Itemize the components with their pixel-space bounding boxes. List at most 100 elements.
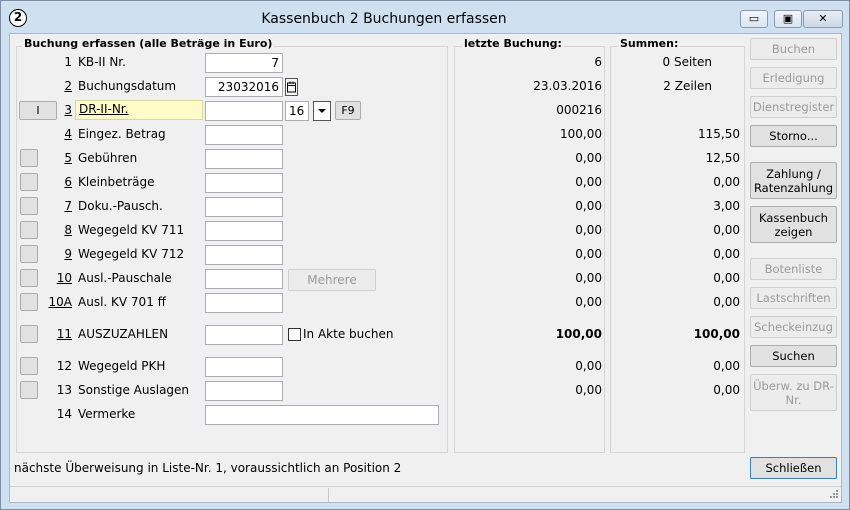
ausl-kv-701-field[interactable] (205, 293, 283, 313)
sum-wegegeld-712: 0,00 (713, 247, 740, 261)
last-gebuehren: 0,00 (575, 151, 602, 165)
row7-side-button[interactable] (20, 197, 38, 215)
lastschriften-button[interactable]: Lastschriften (750, 287, 837, 309)
sum-ausl-pauschale: 0,00 (713, 271, 740, 285)
sum-wegegeld-pkh: 0,00 (713, 359, 740, 373)
dr-year-dropdown[interactable] (313, 101, 331, 121)
vermerke-field[interactable] (205, 405, 439, 425)
sum-kleinbetraege: 0,00 (713, 175, 740, 189)
row-num-10a: 10A (48, 295, 72, 309)
last-ausl-kv-701: 0,00 (575, 295, 602, 309)
sonstige-auslagen-field[interactable] (205, 381, 283, 401)
label-eingez-betrag: Eingez. Betrag (78, 127, 166, 141)
last-kleinbetraege: 0,00 (575, 175, 602, 189)
row-num-9: 9 (64, 247, 72, 261)
chevron-down-icon (318, 109, 326, 113)
row13-side-button[interactable] (20, 381, 38, 399)
last-auszuzahlen: 100,00 (555, 327, 602, 341)
maximize-button[interactable]: ▣ (774, 10, 802, 28)
last-sonstige-auslagen: 0,00 (575, 383, 602, 397)
zahlung-button[interactable]: Zahlung / Ratenzahlung (750, 162, 837, 199)
row-num-8: 8 (64, 223, 72, 237)
client-area: Buchung erfassen (alle Beträge in Euro) … (9, 33, 842, 503)
label-dr-nr: DR-II-Nr. (75, 100, 203, 120)
gebuehren-field[interactable] (205, 149, 283, 169)
row10a-side-button[interactable] (20, 293, 38, 311)
row-num-11: 11 (56, 327, 72, 341)
last-wegegeld-712: 0,00 (575, 247, 602, 261)
row-num-13: 13 (56, 383, 72, 397)
title-bar: 2 Kassenbuch 2 Buchungen erfassen ▭ ▣ ✕ (1, 1, 849, 33)
schliessen-button[interactable]: Schließen (750, 457, 837, 479)
doku-pausch-field[interactable] (205, 197, 283, 217)
booking-form-header: Buchung erfassen (alle Beträge in Euro) (22, 37, 275, 50)
row-num-12: 12 (56, 359, 72, 373)
resize-grip[interactable] (826, 488, 839, 504)
row-num-7: 7 (64, 199, 72, 213)
sum-pages: 0 Seiten (662, 55, 712, 69)
row5-side-button[interactable] (20, 149, 38, 167)
last-wegegeld-pkh: 0,00 (575, 359, 602, 373)
ausl-pauschale-field[interactable] (205, 269, 283, 289)
minimize-button[interactable]: ▭ (740, 10, 768, 28)
row11-side-button[interactable] (20, 325, 38, 343)
close-button[interactable]: ✕ (803, 10, 843, 28)
wegegeld-pkh-field[interactable] (205, 357, 283, 377)
wegegeld-712-field[interactable] (205, 245, 283, 265)
sum-doku-pausch: 3,00 (713, 199, 740, 213)
wegegeld-711-field[interactable] (205, 221, 283, 241)
mehrere-button[interactable]: Mehrere (288, 269, 376, 291)
f9-button[interactable]: F9 (335, 101, 361, 120)
label-kb-nr: KB-II Nr. (78, 55, 126, 69)
row-num-14: 14 (56, 407, 72, 421)
sum-sonstige-auslagen: 0,00 (713, 383, 740, 397)
kassenbuch-zeigen-button[interactable]: Kassenbuch zeigen (750, 206, 837, 243)
erledigung-button[interactable]: Erledigung (750, 67, 837, 89)
row6-side-button[interactable] (20, 173, 38, 191)
label-wegegeld-711: Wegegeld KV 711 (78, 223, 185, 237)
close-icon: ✕ (818, 12, 828, 25)
dr-nr-field[interactable] (205, 101, 283, 121)
in-akte-checkbox[interactable] (288, 328, 301, 341)
label-gebuehren: Gebühren (78, 151, 138, 165)
application-window: 2 Kassenbuch 2 Buchungen erfassen ▭ ▣ ✕ … (0, 0, 850, 510)
botenliste-button[interactable]: Botenliste (750, 258, 837, 280)
scheckeinzug-button[interactable]: Scheckeinzug (750, 316, 837, 338)
row-num-2: 2 (64, 79, 72, 93)
kleinbetraege-field[interactable] (205, 173, 283, 193)
row8-side-button[interactable] (20, 221, 38, 239)
row9-side-button[interactable] (20, 245, 38, 263)
calendar-icon (287, 81, 296, 93)
maximize-icon: ▣ (782, 12, 794, 25)
sums-header: Summen: (618, 37, 681, 50)
label-vermerke: Vermerke (78, 407, 136, 421)
buchen-button[interactable]: Buchen (750, 38, 837, 60)
kb-nr-field[interactable]: 7 (205, 53, 283, 73)
row12-side-button[interactable] (20, 357, 38, 375)
status-message: nächste Überweisung in Liste-Nr. 1, vora… (14, 461, 402, 475)
dienstregister-button[interactable]: Dienstregister (750, 96, 837, 118)
label-doku-pausch: Doku.-Pausch. (78, 199, 163, 213)
last-booking-header: letzte Buchung: (462, 37, 564, 50)
label-wegegeld-pkh: Wegegeld PKH (78, 359, 166, 373)
sum-auszuzahlen: 100,00 (693, 327, 740, 341)
buchungsdatum-field[interactable]: 23032016 (205, 77, 283, 97)
eingez-betrag-field[interactable] (205, 125, 283, 145)
last-wegegeld-711: 0,00 (575, 223, 602, 237)
window-title: Kassenbuch 2 Buchungen erfassen (261, 11, 507, 27)
last-kb-nr: 6 (594, 55, 602, 69)
storno-button[interactable]: Storno... (750, 125, 837, 147)
label-kleinbetraege: Kleinbeträge (78, 175, 155, 189)
auszuzahlen-field[interactable] (205, 325, 283, 345)
row-num-5: 5 (64, 151, 72, 165)
minimize-icon: ▭ (748, 12, 760, 25)
sum-wegegeld-711: 0,00 (713, 223, 740, 237)
suchen-button[interactable]: Suchen (750, 345, 837, 367)
dr-year-field[interactable]: 16 (285, 101, 309, 121)
label-wegegeld-712: Wegegeld KV 712 (78, 247, 185, 261)
sum-lines: 2 Zeilen (663, 79, 712, 93)
ueberweisung-dr-nr-button[interactable]: Überw. zu DR-Nr. (750, 374, 837, 411)
last-eingez-betrag: 100,00 (560, 127, 602, 141)
row10-side-button[interactable] (20, 269, 38, 287)
date-picker-button[interactable] (285, 78, 298, 96)
